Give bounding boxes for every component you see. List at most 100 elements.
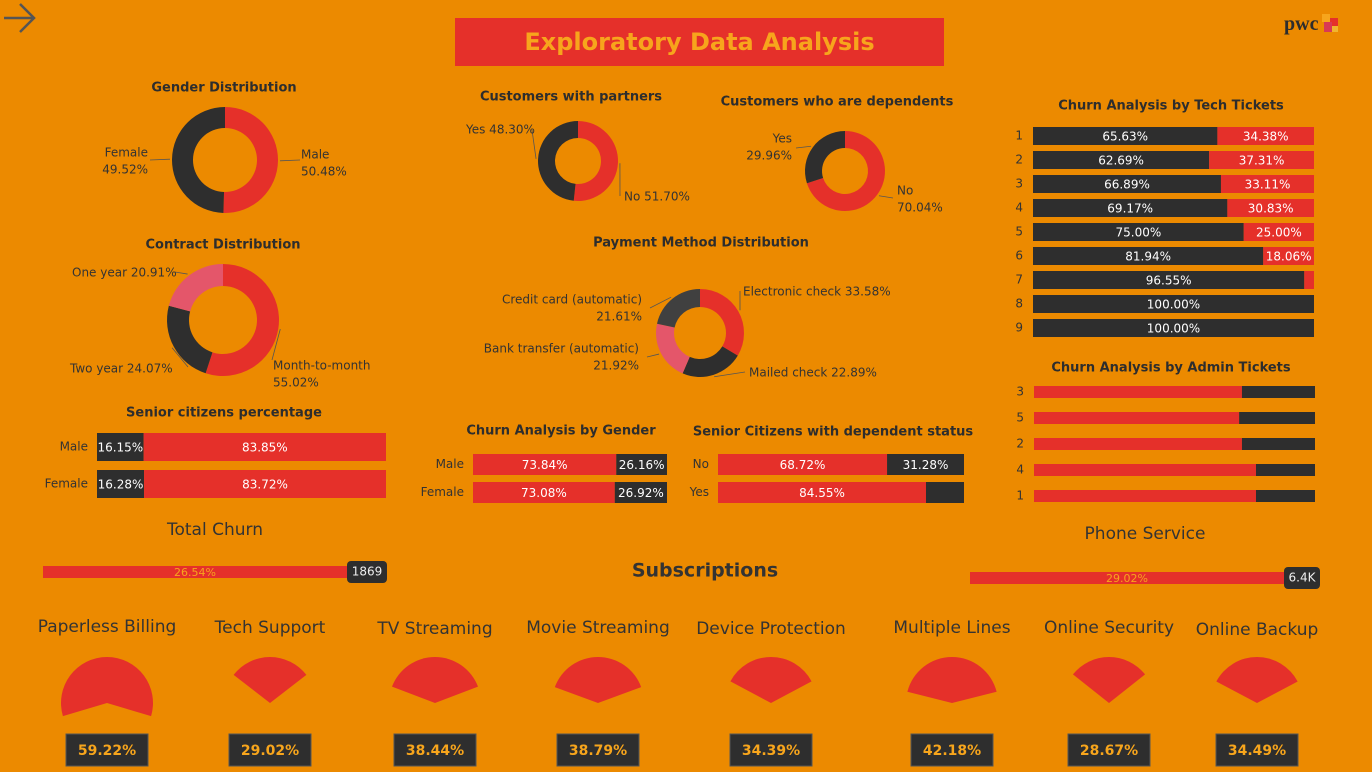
bar-label: 83.85% [242, 441, 288, 455]
category-label: 6 [1015, 249, 1023, 263]
slice-value: 49.52% [102, 163, 148, 177]
chart-title: Customers who are dependents [721, 95, 954, 110]
chart-title: Senior citizens percentage [126, 406, 322, 421]
donut-slice [573, 121, 618, 201]
slice-label: Two year 24.07% [69, 362, 173, 376]
dashboard: Exploratory Data Analysis pwc Gender Dis… [0, 0, 1372, 772]
donut-slice [700, 289, 744, 356]
donut-slice [168, 264, 223, 312]
bar-segment [1255, 464, 1315, 476]
bar-label: 83.72% [242, 478, 288, 492]
category-label: No [693, 457, 709, 471]
slice-value: 55.02% [273, 376, 319, 390]
category-label: Male [60, 440, 88, 454]
slice-value: 21.92% [593, 359, 639, 373]
bar-label: 62.69% [1098, 154, 1144, 168]
chart-title: Senior Citizens with dependent status [693, 425, 974, 440]
subscription-value: 29.02% [241, 743, 299, 759]
target-value: 6.4K [1289, 571, 1317, 585]
leader-line [878, 195, 894, 199]
leader-line [646, 353, 660, 358]
bar-label: 31.28% [903, 458, 949, 472]
category-label: 1 [1015, 129, 1023, 143]
bar-segment [1034, 386, 1242, 398]
bar-label: 81.94% [1125, 250, 1171, 264]
subscription-gauge [233, 657, 307, 703]
slice-label: Mailed check 22.89% [749, 366, 877, 380]
slice-label: Male [301, 148, 329, 162]
bar-segment [1241, 386, 1315, 398]
chart-title: Payment Method Distribution [593, 236, 809, 251]
bar-label: 100.00% [1147, 322, 1200, 336]
bar-label: 75.00% [1115, 226, 1161, 240]
bar-label: 18.06% [1266, 250, 1312, 264]
bar-label: 84.55% [799, 486, 845, 500]
bar-label: 37.31% [1239, 154, 1285, 168]
bar-segment [1034, 490, 1256, 502]
category-label: 8 [1015, 297, 1023, 311]
bar-label: 68.72% [780, 458, 826, 472]
chart-title: Total Churn [166, 520, 263, 540]
bar-label: 26.92% [618, 486, 664, 500]
slice-label: Yes 48.30% [465, 123, 535, 137]
donut-slice [172, 107, 225, 213]
subscription-gauge [392, 657, 478, 703]
slice-value: 50.48% [301, 165, 347, 179]
bar-segment [925, 482, 964, 503]
category-label: Male [436, 457, 464, 471]
bar-segment [1239, 412, 1315, 424]
subscription-value: 38.79% [569, 743, 627, 759]
category-label: 2 [1016, 437, 1024, 451]
subscription-gauge [554, 657, 642, 703]
subscription-label: TV Streaming [376, 619, 492, 639]
progress-label: 26.54% [174, 566, 216, 579]
subscription-value: 34.49% [1228, 743, 1286, 759]
slice-label: Credit card (automatic) [502, 293, 642, 307]
bar-label: 33.11% [1245, 178, 1291, 192]
bar-label: 100.00% [1147, 298, 1200, 312]
slice-value: 29.96% [746, 149, 792, 163]
slice-label: Bank transfer (automatic) [484, 342, 639, 356]
target-value: 1869 [352, 565, 383, 579]
progress-label: 29.02% [1106, 572, 1148, 585]
leader-line [279, 159, 301, 162]
bar-segment [1034, 464, 1256, 476]
bar-label: 96.55% [1146, 274, 1192, 288]
subscription-label: Paperless Billing [38, 617, 177, 637]
bar-segment [1255, 490, 1315, 502]
category-label: 7 [1015, 273, 1023, 287]
bar-label: 30.83% [1248, 202, 1294, 216]
category-label: Female [45, 477, 88, 491]
subscription-gauge [730, 657, 812, 703]
bar-label: 73.84% [522, 458, 568, 472]
slice-label: No 51.70% [624, 190, 690, 204]
subscription-gauge [60, 657, 153, 717]
bar-segment [1034, 438, 1242, 450]
subscription-label: Multiple Lines [893, 618, 1010, 638]
slice-value: 21.61% [596, 310, 642, 324]
chart-title: Phone Service [1085, 524, 1206, 544]
category-label: 9 [1015, 321, 1023, 335]
donut-slice [223, 107, 279, 213]
leader-line [149, 158, 171, 161]
bar-label: 69.17% [1107, 202, 1153, 216]
category-label: 3 [1015, 177, 1023, 191]
category-label: 2 [1015, 153, 1023, 167]
bar-segment [1304, 271, 1314, 289]
leader-line [174, 271, 188, 275]
bar-segment [1034, 412, 1240, 424]
subscription-value: 42.18% [923, 743, 981, 759]
bar-label: 25.00% [1256, 226, 1302, 240]
subscription-label: Online Security [1044, 618, 1174, 638]
category-label: 5 [1015, 225, 1023, 239]
slice-label: Yes [772, 132, 792, 146]
category-label: 1 [1016, 489, 1024, 503]
chart-title: Churn Analysis by Gender [466, 424, 656, 439]
bar-label: 16.15% [97, 441, 143, 455]
subscription-label: Device Protection [696, 619, 846, 639]
charts-canvas: Gender Distribution Contract Distribution… [38, 81, 1320, 767]
category-label: 4 [1015, 201, 1023, 215]
slice-value: 70.04% [897, 201, 943, 215]
subscription-value: 28.67% [1080, 743, 1138, 759]
donut-slice [656, 289, 700, 328]
